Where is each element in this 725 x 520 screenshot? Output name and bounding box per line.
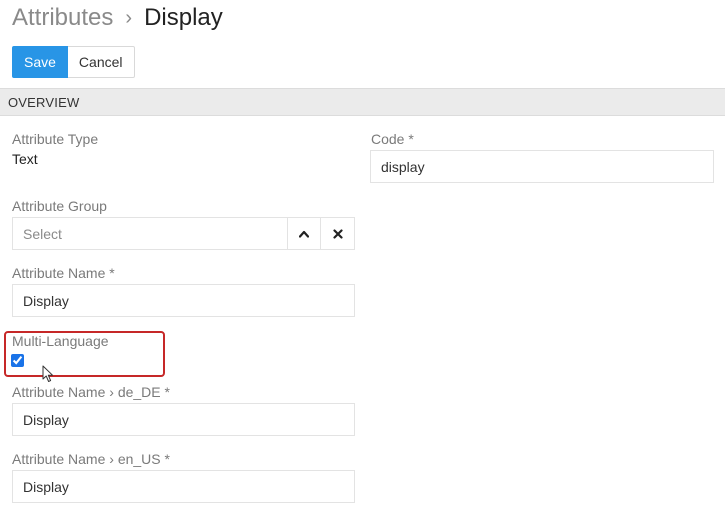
attribute-name-en-label: Attribute Name › en_US * (12, 451, 170, 467)
attribute-group-label: Attribute Group (12, 198, 107, 214)
multi-language-label: Multi-Language (12, 333, 109, 349)
multi-language-checkbox[interactable] (11, 354, 24, 367)
attribute-name-de-label: Attribute Name › de_DE * (12, 384, 170, 400)
cancel-button[interactable]: Cancel (67, 46, 135, 78)
attribute-name-de-input[interactable] (12, 403, 355, 436)
attribute-name-input[interactable] (12, 284, 355, 317)
attribute-group-input[interactable] (12, 217, 287, 250)
attribute-type-label: Attribute Type (12, 131, 99, 147)
code-input[interactable] (370, 150, 714, 183)
code-label: Code * (371, 131, 414, 147)
attribute-name-label: Attribute Name * (12, 265, 115, 281)
attribute-group-select (12, 217, 355, 250)
chevron-up-icon (299, 230, 309, 238)
action-toolbar: Save Cancel (12, 46, 135, 78)
mouse-cursor-icon (42, 365, 53, 382)
overview-section-header[interactable]: OVERVIEW (0, 88, 725, 116)
attribute-name-en-input[interactable] (12, 470, 355, 503)
attribute-type-value: Text (12, 151, 38, 167)
attribute-group-clear-button[interactable] (321, 217, 355, 250)
save-button[interactable]: Save (12, 46, 68, 78)
page-title: Display (144, 4, 223, 31)
breadcrumb: Attributes › Display (12, 2, 223, 34)
breadcrumb-attributes-link[interactable]: Attributes (12, 4, 113, 32)
close-icon (332, 228, 343, 239)
section-title: OVERVIEW (8, 94, 80, 110)
breadcrumb-separator: › (125, 6, 133, 29)
attribute-group-expand-button[interactable] (287, 217, 321, 250)
